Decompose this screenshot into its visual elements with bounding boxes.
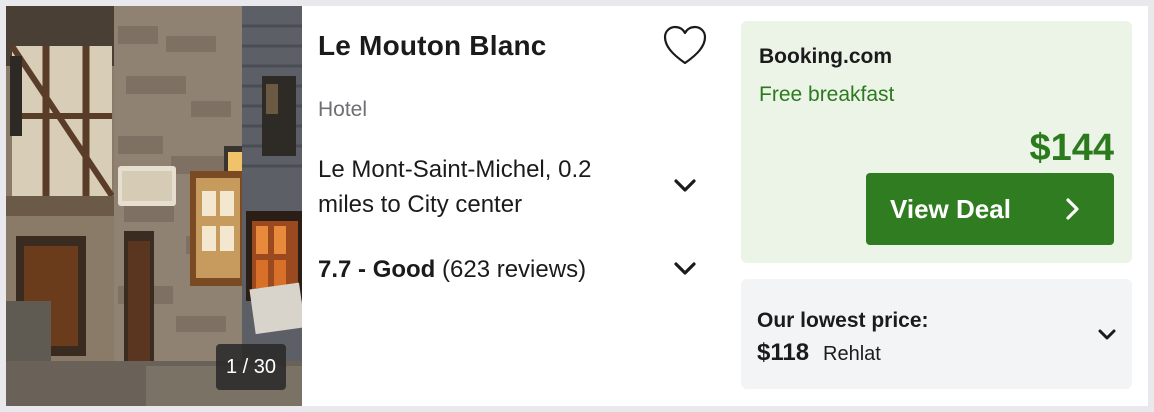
rating-reviews: (623 reviews) — [442, 256, 587, 283]
chevron-down-icon — [674, 262, 696, 275]
hotel-result-inner: 1 / 30 Le Mouton Blanc Hotel Le Mont-Sai… — [6, 6, 1148, 406]
hotel-location: Le Mont-Saint-Michel, 0.2 miles to City … — [318, 156, 592, 218]
chevron-down-icon — [674, 179, 696, 192]
heart-outline-icon — [663, 25, 707, 65]
lowest-price-label: Our lowest price: — [757, 309, 929, 332]
view-deal-label: View Deal — [890, 194, 1011, 224]
chevron-right-icon — [1066, 198, 1079, 220]
hotel-photo[interactable]: 1 / 30 — [6, 6, 302, 406]
lowest-price-site: Rehlat — [823, 343, 881, 365]
lowest-price-expand[interactable] — [1095, 323, 1119, 347]
hotel-type: Hotel — [318, 98, 368, 121]
rating-score: 7.7 - Good — [318, 256, 436, 283]
hotel-name[interactable]: Le Mouton Blanc — [318, 30, 547, 62]
lowest-price-panel[interactable]: Our lowest price: $118 Rehlat — [741, 279, 1132, 389]
deal-provider: Booking.com — [759, 45, 893, 68]
photo-counter: 1 / 30 — [216, 344, 286, 390]
chevron-down-icon — [1098, 329, 1116, 340]
hotel-rating: 7.7 - Good (623 reviews) — [318, 256, 586, 284]
hotel-result-card: 1 / 30 Le Mouton Blanc Hotel Le Mont-Sai… — [0, 0, 1154, 412]
view-deal-button[interactable]: View Deal — [866, 173, 1114, 245]
favorite-button[interactable] — [662, 24, 708, 68]
deal-panel: Booking.com Free breakfast $144 View Dea… — [741, 21, 1132, 263]
location-expand-button[interactable] — [670, 171, 700, 201]
deal-perk: Free breakfast — [759, 83, 895, 106]
deal-price: $144 — [1029, 127, 1114, 169]
rating-expand-button[interactable] — [670, 254, 700, 284]
lowest-price-value: $118 — [757, 339, 810, 366]
